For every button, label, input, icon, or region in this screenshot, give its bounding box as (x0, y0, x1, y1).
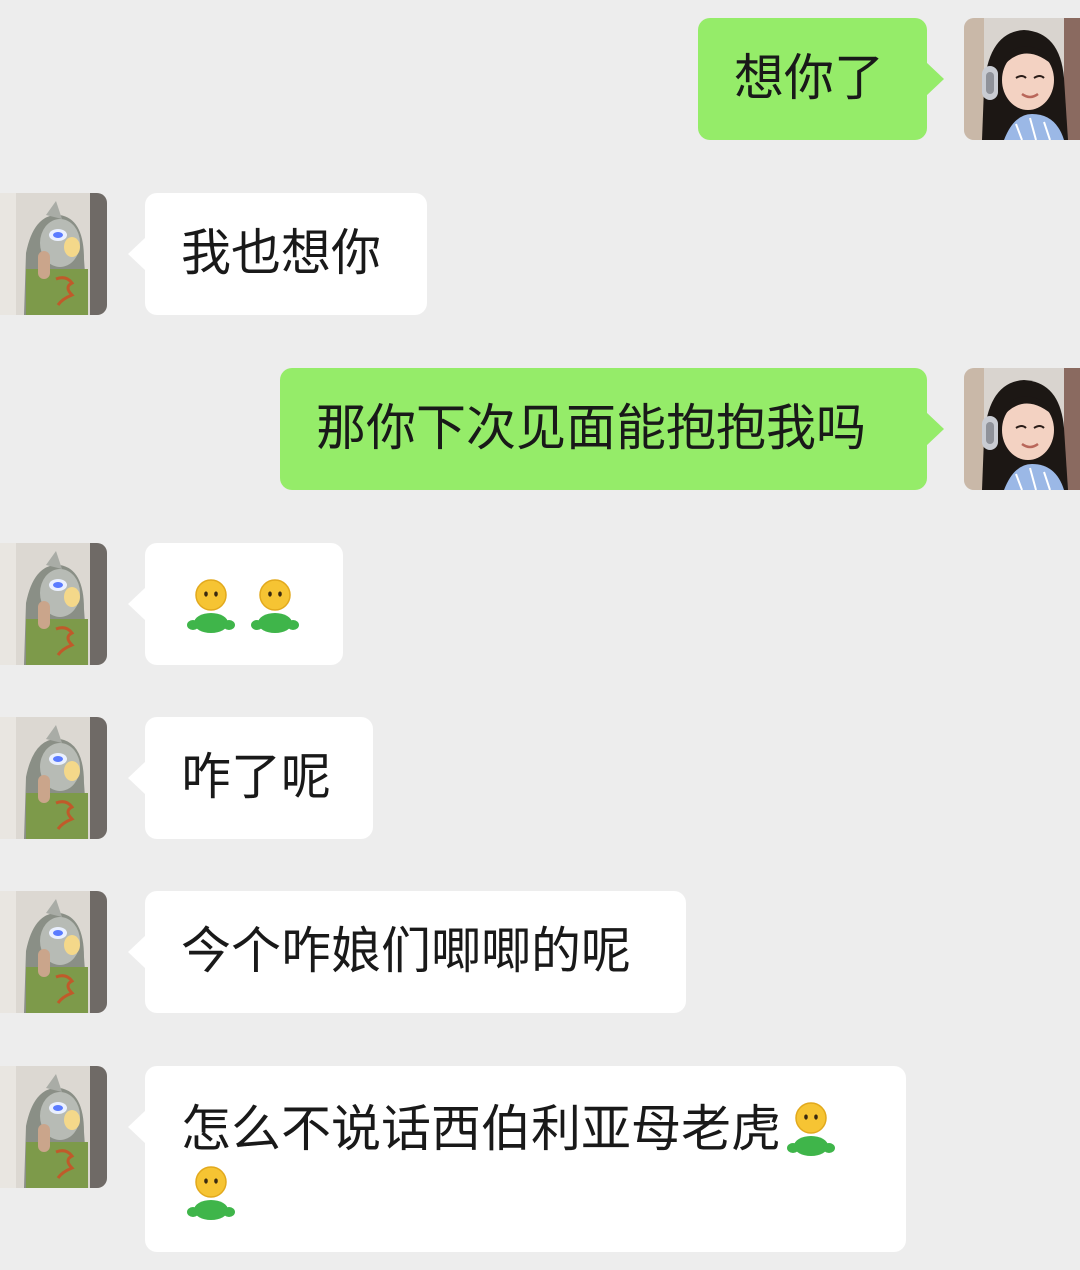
contact-avatar[interactable] (0, 543, 107, 665)
chat-area[interactable]: 想你了 我也想你 那你下次见面能抱抱我吗 咋了呢 今个咋娘们唧唧的呢 怎么不说话… (0, 0, 1080, 1270)
person-emoji-icon (245, 573, 305, 633)
contact-avatar[interactable] (0, 193, 107, 315)
message-text: 咋了呢 (181, 748, 331, 806)
message-bubble[interactable]: 怎么不说话西伯利亚母老虎 (128, 1066, 906, 1252)
message-text: 今个咋娘们唧唧的呢 (181, 922, 631, 980)
message-bubble[interactable] (128, 543, 343, 665)
message-row: 咋了呢 (0, 717, 1080, 839)
message-row (0, 543, 1080, 665)
message-row: 想你了 (0, 18, 1080, 140)
message-row: 我也想你 (0, 193, 1080, 315)
contact-avatar[interactable] (0, 717, 107, 839)
message-bubble[interactable]: 今个咋娘们唧唧的呢 (128, 891, 686, 1013)
message-text: 我也想你 (181, 224, 381, 282)
my-avatar[interactable] (964, 18, 1080, 140)
message-bubble[interactable]: 咋了呢 (128, 717, 373, 839)
my-avatar[interactable] (964, 368, 1080, 490)
message-bubble[interactable]: 想你了 (698, 18, 944, 140)
message-row: 那你下次见面能抱抱我吗 (0, 368, 1080, 490)
person-emoji-icon (781, 1096, 841, 1156)
message-bubble[interactable]: 那你下次见面能抱抱我吗 (280, 368, 944, 490)
contact-avatar[interactable] (0, 1066, 107, 1188)
message-bubble[interactable]: 我也想你 (128, 193, 427, 315)
person-emoji-icon (181, 1160, 241, 1220)
message-row: 今个咋娘们唧唧的呢 (0, 891, 1080, 1013)
message-text: 那你下次见面能抱抱我吗 (316, 399, 866, 457)
message-text: 想你了 (734, 49, 884, 107)
message-text: 怎么不说话西伯利亚母老虎 (181, 1100, 781, 1158)
contact-avatar[interactable] (0, 891, 107, 1013)
person-emoji-icon (181, 573, 241, 633)
message-row: 怎么不说话西伯利亚母老虎 (0, 1066, 1080, 1252)
